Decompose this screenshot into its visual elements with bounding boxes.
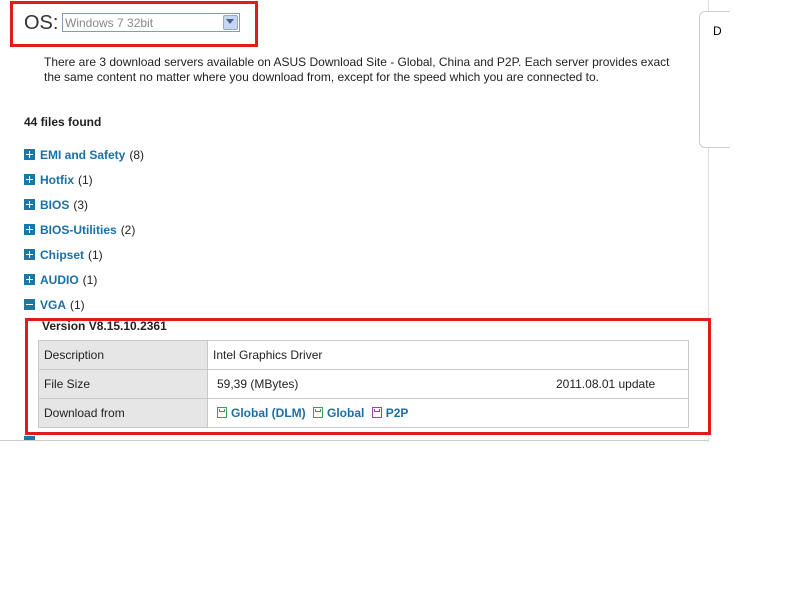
category-emi-and-safety[interactable]: EMI and Safety (8)	[24, 148, 144, 162]
os-highlight-box	[10, 1, 258, 47]
vga-highlight-box	[25, 318, 711, 435]
category-count: (1)	[78, 173, 93, 187]
category-count: (1)	[82, 273, 98, 287]
category-name[interactable]: Hotfix	[40, 173, 74, 187]
side-panel: D	[699, 11, 730, 148]
divider	[0, 440, 708, 441]
category-audio[interactable]: AUDIO (1)	[24, 273, 97, 287]
download-server-notice: There are 3 download servers available o…	[44, 55, 670, 84]
category-name[interactable]: BIOS	[40, 198, 69, 212]
plus-square-icon[interactable]	[24, 224, 35, 235]
category-count: (8)	[129, 148, 145, 162]
category-chipset[interactable]: Chipset (1)	[24, 248, 103, 262]
category-bios[interactable]: BIOS (3)	[24, 198, 88, 212]
plus-square-icon[interactable]	[24, 174, 35, 185]
category-vga[interactable]: VGA (1)	[24, 298, 85, 312]
category-bios-utilities[interactable]: BIOS-Utilities (2)	[24, 223, 135, 237]
category-count: (1)	[70, 298, 85, 312]
plus-square-icon[interactable]	[24, 149, 35, 160]
category-name[interactable]: BIOS-Utilities	[40, 223, 117, 237]
category-hotfix[interactable]: Hotfix (1)	[24, 173, 93, 187]
category-name[interactable]: VGA	[40, 298, 66, 312]
category-name[interactable]: Chipset	[40, 248, 84, 262]
category-name[interactable]: EMI and Safety	[40, 148, 125, 162]
category-count: (3)	[73, 198, 89, 212]
plus-square-icon[interactable]	[24, 199, 35, 210]
plus-square-icon[interactable]	[24, 249, 35, 260]
category-count: (1)	[88, 248, 103, 262]
plus-square-icon[interactable]	[24, 274, 35, 285]
category-count: (2)	[120, 223, 136, 237]
side-panel-text: D	[713, 24, 722, 38]
files-found-count: 44 files found	[24, 115, 102, 129]
minus-square-icon[interactable]	[24, 299, 35, 310]
category-name[interactable]: AUDIO	[40, 273, 79, 287]
